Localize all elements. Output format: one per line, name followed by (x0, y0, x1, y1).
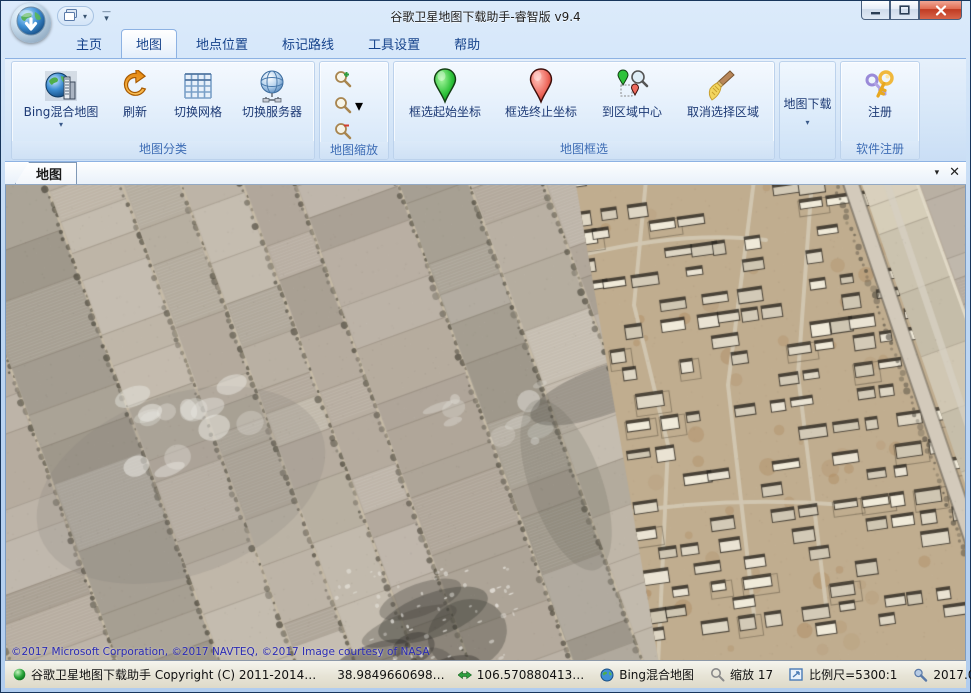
tab-settings[interactable]: 工具设置 (353, 29, 435, 58)
status-app-text: 谷歌卫星地图下载助手 Copyright (C) 2011-2014… (31, 666, 316, 683)
area-center-icon (615, 67, 649, 105)
scale-icon (789, 668, 804, 682)
minimize-button[interactable] (861, 1, 890, 20)
zoom-in-icon (333, 69, 353, 89)
button-label: 到区域中心 (602, 105, 662, 120)
globe-download-icon (15, 5, 47, 41)
toggle-grid-button[interactable]: 切换网格 (163, 64, 233, 141)
zoom-in-button[interactable] (333, 68, 363, 90)
button-label: 切换网格 (174, 105, 222, 120)
refresh-arrow-icon (118, 67, 152, 105)
zoom-value: 缩放 17 (730, 666, 773, 683)
tab-help[interactable]: 帮助 (439, 29, 495, 58)
zoom-out-icon (333, 121, 353, 141)
map-viewport: ©2017 Microsoft Corporation, ©2017 NAVTE… (5, 185, 966, 660)
button-label: 框选起始坐标 (409, 105, 481, 120)
server-globe-icon (254, 67, 290, 105)
chevron-down-icon: ▾ (59, 120, 63, 129)
button-label: 刷新 (123, 105, 147, 120)
group-caption: 地图框选 (394, 141, 774, 159)
map-attribution: ©2017 Microsoft Corporation, ©2017 NAVTE… (11, 646, 430, 658)
ribbon: Bing混合地图 ▾ 刷新 (5, 58, 966, 162)
status-latitude: 38.9849660698… (324, 661, 450, 688)
broom-icon (706, 67, 740, 105)
tab-location[interactable]: 地点位置 (181, 29, 263, 58)
green-pin-icon (432, 67, 458, 105)
grid-icon (182, 67, 214, 105)
red-pin-icon (528, 67, 554, 105)
green-status-icon (13, 668, 26, 681)
status-map-type: Bing混合地图 (592, 661, 702, 688)
window-title: 谷歌卫星地图下载助手-睿智版 v9.4 (5, 8, 966, 25)
button-label: 框选终止坐标 (505, 105, 577, 120)
date-icon (913, 668, 928, 682)
group-caption: 地图缩放 (320, 142, 388, 159)
refresh-button[interactable]: 刷新 (107, 64, 163, 141)
tab-home[interactable]: 主页 (61, 29, 117, 58)
close-icon (935, 5, 947, 16)
bing-hybrid-map-button[interactable]: Bing混合地图 ▾ (15, 64, 107, 141)
button-label: 取消选择区域 (687, 105, 759, 120)
status-bar: 谷歌卫星地图下载助手 Copyright (C) 2011-2014… 38.9… (5, 660, 966, 688)
button-label: 切换服务器 (242, 105, 302, 120)
select-start-coord-button[interactable]: 框选起始坐标 (397, 64, 493, 141)
zoom-select-icon (333, 95, 353, 115)
status-app-info: 谷歌卫星地图下载助手 Copyright (C) 2011-2014… (5, 661, 324, 688)
window-controls (861, 1, 962, 20)
button-label: 地图下载 (783, 95, 831, 112)
date-value: 2017.01.19 (933, 668, 971, 682)
chevron-down-icon: ▾ (355, 96, 363, 115)
tab-route[interactable]: 标记路线 (267, 29, 349, 58)
horizontal-arrows-icon (458, 669, 472, 681)
button-label: 注册 (868, 105, 892, 120)
magnifier-icon (710, 667, 725, 682)
map-type-value: Bing混合地图 (619, 666, 694, 683)
tab-close-icon[interactable]: ✕ (949, 166, 960, 179)
mini-globe-icon (600, 668, 614, 682)
group-caption: 软件注册 (841, 141, 919, 159)
group-map-zoom: ▾ 地图缩放 (319, 61, 389, 160)
register-button[interactable]: 注册 (847, 64, 913, 141)
tab-list-dropdown-icon[interactable]: ▾ (935, 168, 940, 178)
close-button[interactable] (919, 1, 962, 20)
zoom-out-button[interactable] (333, 120, 363, 142)
ribbon-tab-row: 主页 地图 地点位置 标记路线 工具设置 帮助 (5, 31, 966, 58)
app-window: ▾ —▾ 谷歌卫星地图下载助手-睿智版 v9.4 主页 地图 地点位置 标记路线… (0, 0, 971, 693)
switch-server-button[interactable]: 切换服务器 (233, 64, 311, 141)
keys-icon (863, 67, 897, 105)
scale-value: 比例尺=5300:1 (809, 666, 897, 683)
to-area-center-button[interactable]: 到区域中心 (589, 64, 675, 141)
status-longitude: 106.570880413… (450, 661, 592, 688)
tab-map[interactable]: 地图 (121, 29, 177, 58)
maximize-button[interactable] (890, 1, 919, 20)
map-download-button[interactable]: 地图下载 ▾ (779, 61, 836, 160)
group-map-selection: 框选起始坐标 框选终止坐标 (393, 61, 775, 160)
title-bar: ▾ —▾ 谷歌卫星地图下载助手-睿智版 v9.4 (5, 1, 966, 31)
status-zoom: 缩放 17 (702, 661, 781, 688)
group-map-category: Bing混合地图 ▾ 刷新 (11, 61, 315, 160)
globe-buildings-icon (44, 67, 78, 105)
zoom-select-button[interactable]: ▾ (333, 94, 363, 116)
status-scale: 比例尺=5300:1 (781, 661, 905, 688)
satellite-map-canvas[interactable] (6, 185, 966, 660)
document-tab-bar: 地图 ▾ ✕ (5, 162, 966, 185)
chevron-down-icon: ▾ (805, 118, 809, 127)
minimize-icon (870, 6, 881, 15)
app-menu-button[interactable] (11, 3, 51, 43)
button-label: Bing混合地图 (24, 105, 99, 120)
select-end-coord-button[interactable]: 框选终止坐标 (493, 64, 589, 141)
cancel-selection-button[interactable]: 取消选择区域 (675, 64, 771, 141)
group-caption: 地图分类 (12, 141, 314, 159)
status-date: 2017.01.19 (905, 661, 971, 688)
longitude-value: 106.570880413… (477, 668, 584, 682)
group-software-register: 注册 软件注册 (840, 61, 920, 160)
latitude-value: 38.9849660698… (337, 668, 444, 682)
maximize-icon (899, 5, 910, 15)
